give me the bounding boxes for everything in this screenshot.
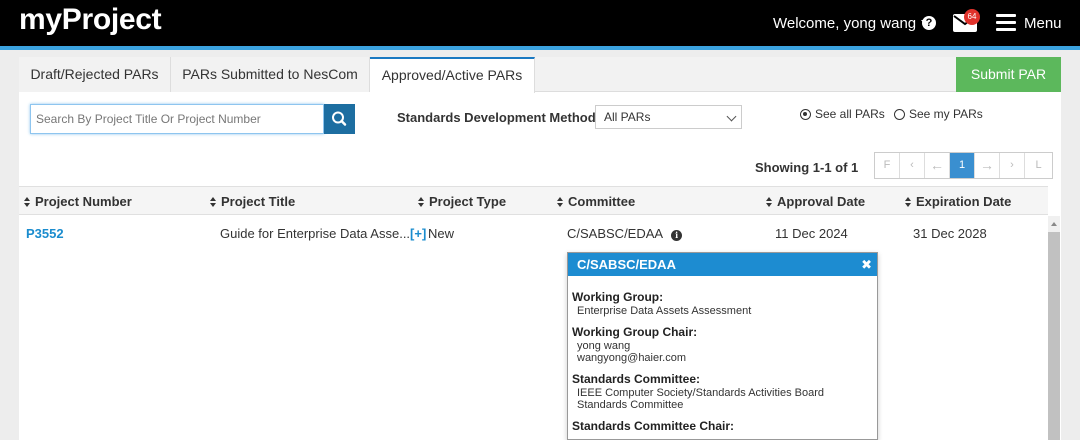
results-count: Showing 1-1 of 1: [755, 160, 859, 175]
col-label: Project Title: [221, 194, 296, 209]
popover-title: C/SABSC/EDAA: [577, 257, 676, 272]
expand-title-button[interactable]: [+]: [410, 226, 426, 241]
next-page-button[interactable]: ›: [1000, 153, 1025, 178]
radio-unchecked-icon: [894, 109, 905, 120]
radio-see-all-label: See all PARs: [815, 107, 885, 121]
sort-icon: [766, 197, 773, 207]
welcome-text: Welcome, yong wang: [773, 15, 917, 32]
col-label: Project Type: [429, 194, 507, 209]
col-project-number[interactable]: Project Number: [24, 194, 132, 209]
sort-icon: [24, 197, 31, 207]
col-label: Committee: [568, 194, 636, 209]
col-project-type[interactable]: Project Type: [418, 194, 506, 209]
tab-submitted-nescom[interactable]: PARs Submitted to NesCom: [171, 57, 370, 92]
user-menu[interactable]: Welcome, yong wang: [773, 15, 930, 32]
sdm-label: Standards Development Method:: [397, 110, 600, 125]
scrollbar-thumb[interactable]: [1048, 232, 1060, 440]
menu-label[interactable]: Menu: [1024, 15, 1062, 32]
project-number-link[interactable]: P3552: [26, 226, 64, 241]
project-title-cell: Guide for Enterprise Data Asse...[+]: [220, 226, 426, 241]
col-approval-date[interactable]: Approval Date: [766, 194, 865, 209]
chevron-down-icon: [726, 111, 737, 122]
sdm-select[interactable]: All PARs: [595, 105, 742, 129]
page-1-button[interactable]: 1: [950, 153, 975, 178]
standards-committee-value: IEEE Computer Society/Standards Activiti…: [577, 387, 825, 411]
info-icon[interactable]: i: [671, 230, 683, 241]
prev-page-button[interactable]: ‹: [900, 153, 925, 178]
mail-count-badge: 64: [964, 9, 980, 25]
wg-chair-name: yong wang: [577, 340, 631, 352]
hamburger-menu-icon[interactable]: [996, 14, 1016, 31]
last-page-button[interactable]: L: [1025, 153, 1052, 178]
radio-see-mine-label: See my PARs: [909, 107, 983, 121]
search-field: [30, 104, 324, 134]
expiration-date-cell: 31 Dec 2028: [913, 226, 987, 241]
submit-par-button[interactable]: Submit PAR: [956, 57, 1061, 92]
col-label: Expiration Date: [916, 194, 1012, 209]
tab-bar: Draft/Rejected PARs PARs Submitted to Ne…: [19, 57, 957, 93]
radio-checked-icon: [800, 109, 811, 120]
pagination: F ‹ ← 1 → › L: [874, 152, 1053, 179]
popover-header: C/SABSC/EDAA ✖: [568, 253, 877, 276]
committee-cell: C/SABSC/EDAA i: [567, 226, 683, 241]
wg-chair-label: Working Group Chair:: [572, 325, 698, 339]
standards-committee-label: Standards Committee:: [572, 372, 701, 386]
search-icon: [332, 111, 347, 126]
sdm-selected-value: All PARs: [604, 110, 651, 124]
popover-body: Working Group: Enterprise Data Assets As…: [568, 276, 877, 434]
sort-icon: [905, 197, 912, 207]
project-type-cell: New: [428, 226, 455, 241]
col-committee[interactable]: Committee: [557, 194, 635, 209]
search-input[interactable]: [31, 105, 323, 133]
search-button[interactable]: [324, 104, 355, 134]
navbar-accent-line: [0, 46, 1080, 50]
col-project-title[interactable]: Project Title: [210, 194, 295, 209]
sc-chair-label: Standards Committee Chair:: [572, 419, 735, 433]
col-expiration-date[interactable]: Expiration Date: [905, 194, 1011, 209]
wg-chair-email: wangyong@haier.com: [577, 352, 687, 364]
app-logo[interactable]: myProject: [19, 3, 162, 37]
col-label: Project Number: [35, 194, 132, 209]
project-title-text: Guide for Enterprise Data Asse...: [220, 226, 411, 241]
tab-approved-active[interactable]: Approved/Active PARs: [370, 57, 535, 93]
table-header: Project Number Project Title Project Typ…: [19, 186, 1048, 215]
prev-arrow-button[interactable]: ←: [925, 153, 950, 178]
close-icon[interactable]: ✖: [861, 253, 872, 276]
sort-icon: [210, 197, 217, 207]
question-circle-icon[interactable]: ?: [922, 16, 936, 30]
col-label: Approval Date: [777, 194, 866, 209]
approval-date-cell: 11 Dec 2024: [775, 226, 848, 241]
tab-draft-rejected[interactable]: Draft/Rejected PARs: [19, 57, 171, 92]
working-group-label: Working Group:: [572, 290, 664, 304]
radio-see-mine[interactable]: See my PARs: [894, 107, 983, 121]
committee-text: C/SABSC/EDAA: [567, 226, 664, 241]
sort-icon: [557, 197, 564, 207]
sort-icon: [418, 197, 425, 207]
first-page-button[interactable]: F: [875, 153, 900, 178]
radio-see-all[interactable]: See all PARs: [800, 107, 885, 121]
scroll-up-arrow-icon[interactable]: [1051, 222, 1057, 226]
working-group-value: Enterprise Data Assets Assessment: [577, 305, 752, 317]
committee-popover: C/SABSC/EDAA ✖ Working Group: Enterprise…: [567, 252, 878, 440]
next-arrow-button[interactable]: →: [975, 153, 1000, 178]
